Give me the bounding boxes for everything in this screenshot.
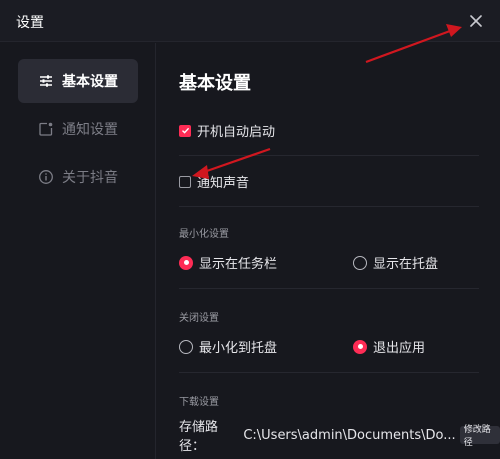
close-settings-label: 关闭设置 xyxy=(179,313,219,324)
option-label: 显示在任务栏 xyxy=(199,257,278,272)
check-icon xyxy=(181,127,189,134)
sidebar-item-notification-settings[interactable]: 通知设置 xyxy=(18,107,138,151)
autostart-label: 开机自动启动 xyxy=(197,125,276,140)
settings-panel: 基本设置 开机自动启动 通知声音 最小化设置 显示在任务栏 显示在托盘 关闭设置… xyxy=(157,43,500,459)
sidebar-item-label: 关于抖音 xyxy=(62,170,118,186)
page-title: 基本设置 xyxy=(179,73,251,94)
divider xyxy=(179,206,479,207)
title-bar: 设置 xyxy=(0,0,500,42)
modify-path-button[interactable]: 修改路径 xyxy=(459,425,500,448)
close-option-exit[interactable]: 退出应用 xyxy=(353,337,425,356)
close-button[interactable] xyxy=(466,11,486,31)
sidebar-item-label: 基本设置 xyxy=(62,74,118,90)
window-title: 设置 xyxy=(16,15,44,31)
radio-taskbar[interactable] xyxy=(179,255,193,270)
divider xyxy=(179,372,479,373)
sidebar-item-about[interactable]: 关于抖音 xyxy=(18,155,138,199)
divider xyxy=(179,155,479,156)
minimize-settings-label: 最小化设置 xyxy=(179,229,229,240)
storage-path-label: 存储路径： xyxy=(179,420,219,454)
sliders-icon xyxy=(38,73,54,89)
notify-sound-checkbox[interactable] xyxy=(179,175,191,188)
option-label: 最小化到托盘 xyxy=(199,341,278,356)
divider xyxy=(179,288,479,289)
close-icon xyxy=(470,15,482,27)
radio-minimize-to-tray[interactable] xyxy=(179,339,193,354)
autostart-checkbox[interactable] xyxy=(179,124,191,137)
radio-tray[interactable] xyxy=(353,255,367,270)
sidebar-item-label: 通知设置 xyxy=(62,122,118,138)
notification-icon xyxy=(38,121,54,137)
storage-path-row: 存储路径： C:\Users\admin\Documents\Do... 修改路… xyxy=(179,416,500,454)
option-label: 退出应用 xyxy=(373,341,426,356)
sidebar-item-basic-settings[interactable]: 基本设置 xyxy=(18,59,138,103)
minimize-option-taskbar[interactable]: 显示在任务栏 xyxy=(179,253,277,272)
info-icon xyxy=(38,169,54,185)
storage-path-value: C:\Users\admin\Documents\Do... xyxy=(243,427,456,443)
autostart-option[interactable]: 开机自动启动 xyxy=(179,121,275,140)
minimize-option-tray[interactable]: 显示在托盘 xyxy=(353,253,438,272)
sidebar: 基本设置 通知设置 关于抖音 xyxy=(0,43,156,459)
close-option-minimize-tray[interactable]: 最小化到托盘 xyxy=(179,337,277,356)
radio-exit-app[interactable] xyxy=(353,339,367,354)
notify-sound-option[interactable]: 通知声音 xyxy=(179,172,249,191)
notify-sound-label: 通知声音 xyxy=(197,176,250,191)
download-settings-label: 下载设置 xyxy=(179,397,219,408)
option-label: 显示在托盘 xyxy=(373,257,439,272)
